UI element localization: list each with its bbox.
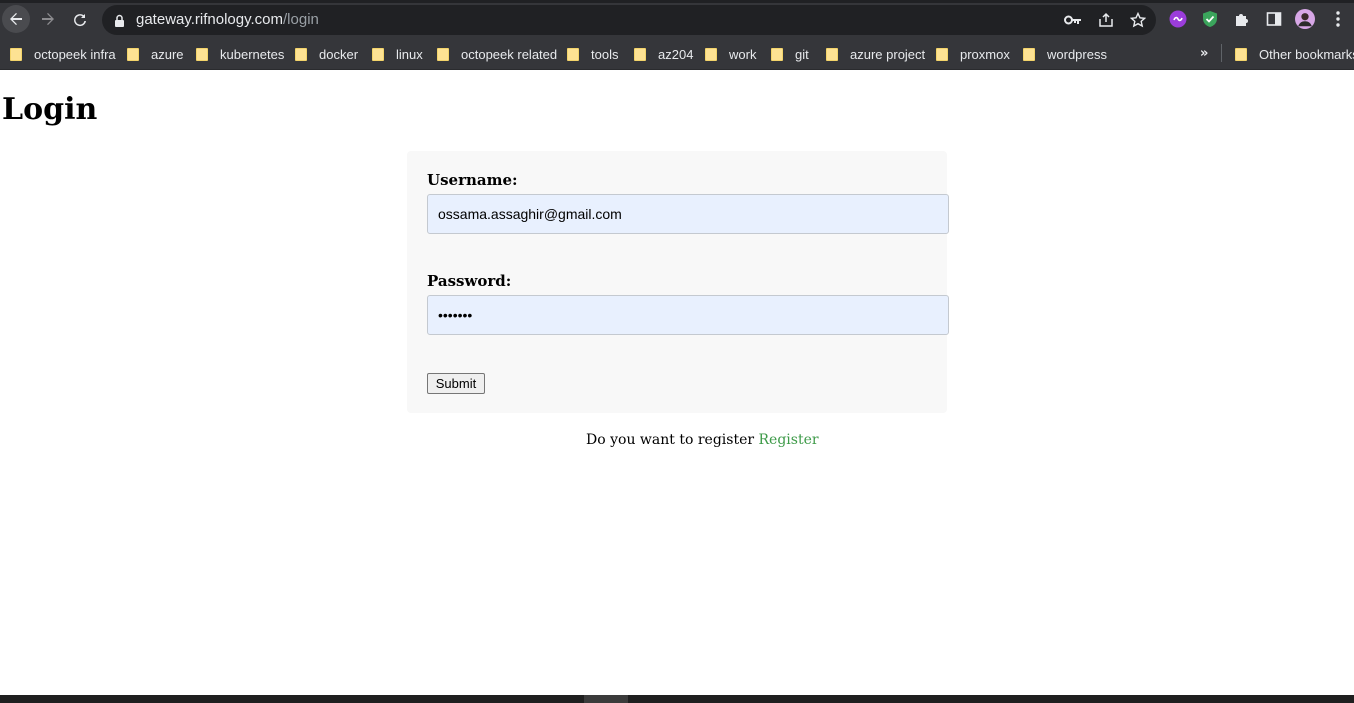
login-form: Username: ossama.assaghir@gmail.com Pass… (407, 151, 949, 413)
bookmark-label: kubernetes (220, 46, 285, 62)
folder-icon (196, 47, 208, 61)
folder-icon (127, 47, 139, 61)
bookmark-folder[interactable]: octopeek related (437, 44, 557, 64)
address-bar[interactable]: gateway.rifnology.com/login (102, 5, 1156, 35)
folder-icon (567, 47, 579, 61)
arrow-right-icon (42, 13, 54, 25)
bookmark-label: wordpress (1047, 46, 1107, 62)
folder-icon (372, 47, 384, 61)
bookmark-label: linux (396, 46, 423, 62)
tab-strip-edge (0, 0, 1354, 3)
share-icon[interactable] (1097, 11, 1115, 29)
bookmark-folder[interactable]: git (771, 44, 809, 64)
bookmark-label: az204 (658, 46, 694, 62)
folder-icon (295, 47, 307, 61)
puzzle-icon[interactable] (1232, 9, 1252, 29)
password-value: ••••••• (438, 307, 473, 323)
bookmark-label: octopeek related (461, 46, 558, 62)
folder-icon (771, 47, 783, 61)
bookmark-label: git (795, 46, 809, 62)
bookmark-folder[interactable]: work (705, 44, 756, 64)
bookmark-folder[interactable]: linux (372, 44, 423, 64)
profile-avatar-icon[interactable] (1295, 9, 1315, 29)
bookmarks-overflow-button[interactable]: » (1200, 46, 1208, 61)
folder-icon (634, 47, 646, 61)
bookmark-label: azure project (850, 46, 926, 62)
back-button[interactable] (2, 5, 30, 33)
folder-icon (1023, 47, 1035, 61)
url-path: /login (283, 11, 319, 28)
extension-purple-icon[interactable] (1168, 9, 1188, 29)
password-label: Password: (427, 272, 512, 290)
key-icon[interactable] (1064, 11, 1082, 29)
folder-icon (936, 47, 948, 61)
bookmarks-bar: octopeek infra azure kubernetes docker l… (0, 38, 1354, 70)
browser-toolbar: gateway.rifnology.com/login (0, 0, 1354, 38)
bookmark-folder[interactable]: azure project (826, 44, 925, 64)
bookmark-folder[interactable]: wordpress (1023, 44, 1107, 64)
password-input[interactable]: ••••••• (427, 295, 949, 335)
other-bookmarks-label: Other bookmarks (1259, 46, 1354, 62)
star-icon[interactable] (1129, 11, 1147, 29)
reload-icon (74, 14, 86, 27)
bookmarks-separator (1221, 44, 1222, 62)
bookmark-folder[interactable]: kubernetes (196, 44, 284, 64)
username-label: Username: (427, 171, 518, 189)
bookmark-label: work (729, 46, 757, 62)
folder-icon (437, 47, 449, 61)
folder-icon (10, 47, 22, 61)
other-bookmarks-folder[interactable]: Other bookmarks (1235, 44, 1354, 64)
submit-button[interactable]: Submit (427, 373, 485, 394)
bookmark-folder[interactable]: tools (567, 44, 618, 64)
side-panel-icon[interactable] (1264, 9, 1284, 29)
bookmark-folder[interactable]: proxmox (936, 44, 1010, 64)
url-host: gateway.rifnology.com (136, 11, 284, 28)
bookmark-folder[interactable]: az204 (634, 44, 693, 64)
arrow-left-icon (10, 13, 22, 25)
register-prompt: Do you want to register Register (586, 432, 819, 448)
bookmark-folder[interactable]: docker (295, 44, 358, 64)
bookmark-folder[interactable]: azure (127, 44, 184, 64)
forward-button[interactable] (34, 5, 62, 33)
folder-icon (1235, 47, 1247, 61)
folder-icon (705, 47, 717, 61)
bookmark-label: octopeek infra (34, 46, 116, 62)
bookmark-label: azure (151, 46, 184, 62)
folder-icon (826, 47, 838, 61)
username-input[interactable]: ossama.assaghir@gmail.com (427, 194, 949, 234)
lock-icon (114, 13, 125, 32)
kebab-menu-icon[interactable] (1328, 9, 1348, 29)
username-value: ossama.assaghir@gmail.com (438, 206, 622, 222)
page-title: Login (2, 92, 98, 127)
bookmark-folder[interactable]: octopeek infra (10, 44, 116, 64)
bookmark-label: tools (591, 46, 619, 62)
register-prompt-text: Do you want to register (586, 432, 755, 448)
url-text[interactable]: gateway.rifnology.com/login (136, 11, 319, 28)
shield-icon[interactable] (1200, 9, 1220, 29)
os-taskbar (0, 695, 1354, 703)
bookmark-label: docker (319, 46, 359, 62)
register-link[interactable]: Register (759, 432, 819, 448)
taskbar-active-app[interactable] (584, 695, 628, 703)
bookmark-label: proxmox (960, 46, 1010, 62)
reload-button[interactable] (66, 5, 94, 33)
